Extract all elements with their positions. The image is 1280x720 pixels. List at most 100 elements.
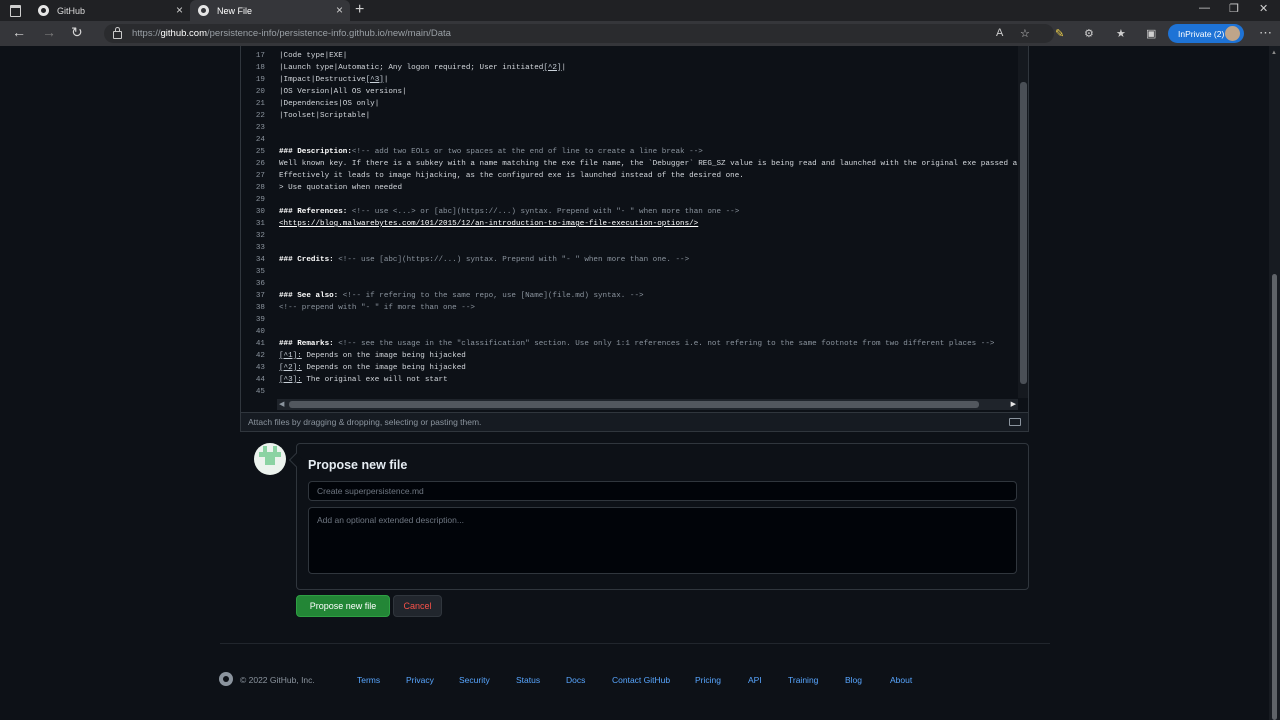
code-line[interactable]: 41 ### Remarks: <!-- see the usage in the… <box>241 338 1018 350</box>
footer-link-api[interactable]: API <box>748 675 762 685</box>
code-text: |Launch type|Automatic; Any logon requir… <box>279 64 544 72</box>
footer-link-contact-github[interactable]: Contact GitHub <box>612 675 670 685</box>
propose-new-file-button[interactable]: Propose new file <box>296 595 390 617</box>
forward-icon[interactable]: → <box>42 24 56 40</box>
code-line[interactable]: 28 > Use quotation when needed <box>241 182 1018 194</box>
scroll-left-icon[interactable]: ◀ <box>279 400 284 408</box>
code-line[interactable]: 26 Well known key. If there is a subkey w… <box>241 158 1028 170</box>
footer-link-training[interactable]: Training <box>788 675 818 685</box>
line-content: |Impact|Destructive[^3]| <box>279 74 388 86</box>
code-lines[interactable]: 17 |Code type|EXE| 18 |Launch type|Automati… <box>241 50 1028 398</box>
line-content: |Launch type|Automatic; Any logon requir… <box>279 62 566 74</box>
propose-title: Propose new file <box>308 458 408 472</box>
inprivate-badge[interactable]: InPrivate (2) <box>1168 24 1244 43</box>
tab-actions-icon[interactable] <box>8 4 22 17</box>
line-number: 41 <box>255 340 265 348</box>
more-options-icon[interactable]: ⋯ <box>1259 25 1272 41</box>
footer-divider <box>220 643 1050 644</box>
browser-tab-bar: GitHub × New File × + — ❐ ✕ <box>0 0 1280 21</box>
favorite-star-icon[interactable]: ☆ <box>1020 27 1030 40</box>
code-line[interactable]: 23 <box>241 122 1018 134</box>
code-line[interactable]: 29 <box>241 194 1018 206</box>
line-number: 43 <box>255 364 265 372</box>
url-path: /persistence-info/persistence-info.githu… <box>207 28 451 39</box>
address-bar[interactable]: https://github.com/persistence-info/pers… <box>104 24 1054 43</box>
refresh-icon[interactable]: ↻ <box>71 24 83 41</box>
footer-link-status[interactable]: Status <box>516 675 540 685</box>
footer-link-blog[interactable]: Blog <box>845 675 862 685</box>
close-window-icon[interactable]: ✕ <box>1259 2 1268 15</box>
extensions-icon[interactable]: ⚙ <box>1084 27 1094 40</box>
code-line[interactable]: 38 <!-- prepend with "- " if more than on… <box>241 302 1018 314</box>
code-line[interactable]: 20 |OS Version|All OS versions| <box>241 86 1018 98</box>
attach-files-bar[interactable]: Attach files by dragging & dropping, sel… <box>240 412 1029 432</box>
footnote-ref: [^3]: <box>279 376 302 384</box>
footer-link-pricing[interactable]: Pricing <box>695 675 721 685</box>
line-content: [^1]: Depends on the image being hijacke… <box>279 350 466 362</box>
code-line[interactable]: 31 <https://blog.malwarebytes.com/101/201… <box>241 218 1018 230</box>
code-line[interactable]: 39 <box>241 314 1018 326</box>
code-line[interactable]: 44 [^3]: The original exe will not start <box>241 374 1018 386</box>
collections-icon[interactable]: ▣ <box>1146 27 1156 40</box>
commit-description-textarea[interactable] <box>308 507 1017 574</box>
tab-new-file[interactable]: New File × <box>190 0 350 21</box>
code-line[interactable]: 45 <box>241 386 1018 398</box>
close-tab-icon[interactable]: × <box>176 3 183 17</box>
editor-horizontal-scrollbar[interactable]: ◀ ▶ <box>277 399 1018 410</box>
footer-link-terms[interactable]: Terms <box>357 675 380 685</box>
restore-icon[interactable]: ❐ <box>1229 2 1239 15</box>
line-content: Effectively it leads to image hijacking,… <box>279 170 744 182</box>
line-number: 34 <box>255 256 265 264</box>
code-line[interactable]: 24 <box>241 134 1018 146</box>
code-line[interactable]: 17 |Code type|EXE| <box>241 50 1018 62</box>
code-line[interactable]: 21 |Dependencies|OS only| <box>241 98 1018 110</box>
line-number: 20 <box>255 88 265 96</box>
page-scrollbar[interactable]: ▲ <box>1269 46 1280 720</box>
footer-link-privacy[interactable]: Privacy <box>406 675 434 685</box>
footnote-ref: [^1]: <box>279 352 302 360</box>
highlighter-extension-icon[interactable]: ✎ <box>1055 27 1064 40</box>
code-line[interactable]: 22 |Toolset|Scriptable| <box>241 110 1018 122</box>
code-line[interactable]: 37 ### See also: <!-- if refering to the … <box>241 290 1018 302</box>
commit-message-input[interactable] <box>308 481 1017 501</box>
editor-vertical-scrollbar[interactable] <box>1018 46 1028 398</box>
favorites-icon[interactable]: ★ <box>1116 27 1126 40</box>
new-tab-icon[interactable]: + <box>355 1 364 19</box>
code-line[interactable]: 43 [^2]: Depends on the image being hijac… <box>241 362 1018 374</box>
scroll-up-icon[interactable]: ▲ <box>1271 50 1277 56</box>
editor-horizontal-scroll-thumb[interactable] <box>289 401 979 408</box>
line-number: 17 <box>255 52 265 60</box>
code-line[interactable]: 25 ### Description:<!-- add two EOLs or t… <box>241 146 1018 158</box>
code-line[interactable]: 27 Effectively it leads to image hijackin… <box>241 170 1018 182</box>
code-text: |OS Version|All OS versions| <box>279 88 407 96</box>
tab-label: New File <box>217 5 253 16</box>
read-aloud-icon[interactable]: A <box>996 27 1003 39</box>
back-icon[interactable]: ← <box>12 24 26 40</box>
line-content: |Dependencies|OS only| <box>279 98 379 110</box>
code-line[interactable]: 34 ### Credits: <!-- use [abc](https://..… <box>241 254 1018 266</box>
code-line[interactable]: 19 |Impact|Destructive[^3]| <box>241 74 1018 86</box>
code-line[interactable]: 18 |Launch type|Automatic; Any logon requ… <box>241 62 1018 74</box>
close-tab-icon[interactable]: × <box>336 3 343 17</box>
editor-vertical-scroll-thumb[interactable] <box>1020 82 1027 384</box>
code-line[interactable]: 35 <box>241 266 1018 278</box>
line-number: 39 <box>255 316 265 324</box>
code-line[interactable]: 33 <box>241 242 1018 254</box>
cancel-button[interactable]: Cancel <box>393 595 442 617</box>
github-logo-icon[interactable] <box>219 672 233 686</box>
minimize-icon[interactable]: — <box>1199 2 1210 14</box>
footer-link-about[interactable]: About <box>890 675 912 685</box>
code-line[interactable]: 42 [^1]: Depends on the image being hijac… <box>241 350 1018 362</box>
footer-link-docs[interactable]: Docs <box>566 675 585 685</box>
code-comment: <!-- see the usage in the "classificatio… <box>333 340 995 348</box>
code-line[interactable]: 32 <box>241 230 1018 242</box>
footer-link-security[interactable]: Security <box>459 675 490 685</box>
code-editor[interactable]: 17 |Code type|EXE| 18 |Launch type|Automati… <box>240 46 1029 412</box>
scroll-right-icon[interactable]: ▶ <box>1011 400 1016 408</box>
tab-github[interactable]: GitHub × <box>30 0 190 21</box>
code-line[interactable]: 36 <box>241 278 1018 290</box>
code-line[interactable]: 40 <box>241 326 1018 338</box>
footnote-ref: [^3] <box>365 76 384 84</box>
code-line[interactable]: 30 ### References: <!-- use <...> or [abc… <box>241 206 1018 218</box>
page-scroll-thumb[interactable] <box>1272 274 1277 720</box>
